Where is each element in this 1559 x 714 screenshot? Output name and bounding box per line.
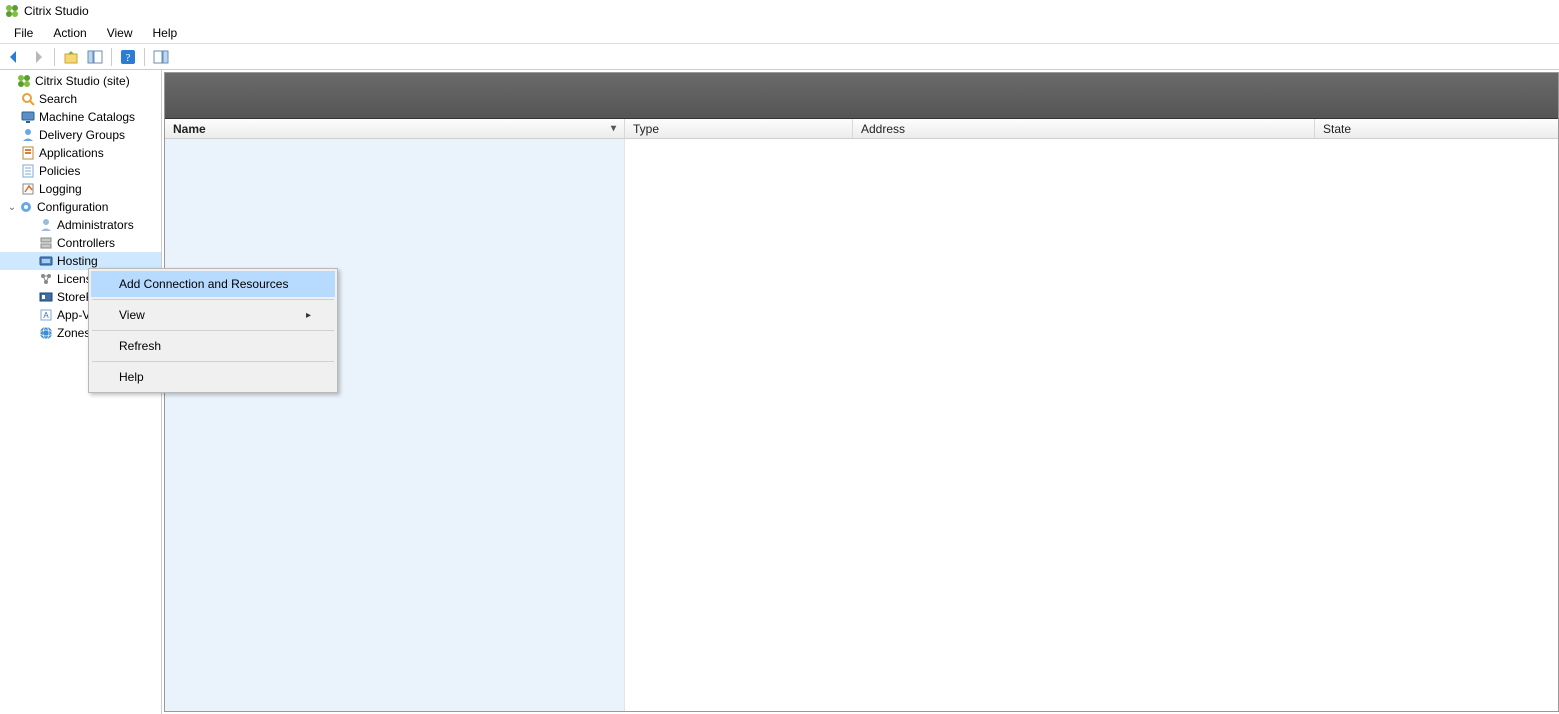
window-titlebar: Citrix Studio bbox=[0, 0, 1559, 22]
admin-icon bbox=[38, 217, 54, 233]
tree-item-applications[interactable]: Applications bbox=[0, 144, 161, 162]
up-button[interactable] bbox=[60, 46, 82, 68]
tree-item-policies[interactable]: Policies bbox=[0, 162, 161, 180]
column-label: Type bbox=[633, 122, 659, 136]
monitor-icon bbox=[20, 109, 36, 125]
menu-file[interactable]: File bbox=[4, 24, 43, 42]
column-label: State bbox=[1323, 122, 1351, 136]
tree-item-delivery-groups[interactable]: Delivery Groups bbox=[0, 126, 161, 144]
ctx-label: Help bbox=[119, 370, 144, 384]
ctx-add-connection[interactable]: Add Connection and Resources bbox=[91, 271, 335, 297]
forward-button[interactable] bbox=[27, 46, 49, 68]
hosting-icon bbox=[38, 253, 54, 269]
tree-item-configuration[interactable]: ⌄ Configuration bbox=[0, 198, 161, 216]
storefront-icon bbox=[38, 289, 54, 305]
toolbar-separator bbox=[144, 48, 145, 66]
search-icon bbox=[20, 91, 36, 107]
menu-view[interactable]: View bbox=[97, 24, 143, 42]
ctx-view[interactable]: View bbox=[91, 302, 335, 328]
column-header-state[interactable]: State bbox=[1315, 119, 1558, 138]
tree-label: Logging bbox=[39, 182, 82, 196]
sort-arrow-down-icon: ▾ bbox=[611, 123, 616, 134]
ctx-help[interactable]: Help bbox=[91, 364, 335, 390]
column-headers: Name ▾ Type Address State bbox=[165, 119, 1558, 139]
policy-icon bbox=[20, 163, 36, 179]
tree-item-search[interactable]: Search bbox=[0, 90, 161, 108]
ctx-separator bbox=[92, 330, 334, 331]
window-title: Citrix Studio bbox=[24, 4, 89, 18]
app-icon bbox=[20, 145, 36, 161]
ctx-separator bbox=[92, 299, 334, 300]
tree-label: Zones bbox=[57, 326, 90, 340]
tree-label: Applications bbox=[39, 146, 104, 160]
gear-icon bbox=[18, 199, 34, 215]
grid-body[interactable] bbox=[165, 139, 1558, 711]
column-header-address[interactable]: Address bbox=[853, 119, 1315, 138]
ctx-separator bbox=[92, 361, 334, 362]
ctx-label: Refresh bbox=[119, 339, 161, 353]
tree-label: Hosting bbox=[57, 254, 98, 268]
ctx-refresh[interactable]: Refresh bbox=[91, 333, 335, 359]
collapse-toggle-icon[interactable]: ⌄ bbox=[6, 202, 18, 213]
content-pane: Name ▾ Type Address State bbox=[164, 72, 1559, 712]
back-button[interactable] bbox=[3, 46, 25, 68]
context-menu: Add Connection and Resources View Refres… bbox=[88, 268, 338, 393]
show-hide-action-pane-button[interactable] bbox=[150, 46, 172, 68]
column-label: Name bbox=[173, 122, 206, 136]
column-label: Address bbox=[861, 122, 905, 136]
tree-item-logging[interactable]: Logging bbox=[0, 180, 161, 198]
tree-label: Configuration bbox=[37, 200, 108, 214]
tree-item-administrators[interactable]: Administrators bbox=[0, 216, 161, 234]
tree-item-machine-catalogs[interactable]: Machine Catalogs bbox=[0, 108, 161, 126]
grid-rest-area bbox=[625, 139, 1558, 711]
tree-label: Delivery Groups bbox=[39, 128, 125, 142]
tree-label: Controllers bbox=[57, 236, 115, 250]
help-button[interactable]: ? bbox=[117, 46, 139, 68]
tree-root[interactable]: Citrix Studio (site) bbox=[0, 72, 161, 90]
user-icon bbox=[20, 127, 36, 143]
menu-help[interactable]: Help bbox=[143, 24, 188, 42]
citrix-logo-icon bbox=[16, 73, 32, 89]
column-header-name[interactable]: Name ▾ bbox=[165, 119, 625, 138]
appv-icon: A bbox=[38, 307, 54, 323]
tree-label: Citrix Studio (site) bbox=[35, 74, 130, 88]
globe-icon bbox=[38, 325, 54, 341]
toolbar-separator bbox=[54, 48, 55, 66]
toolbar: ? bbox=[0, 44, 1559, 70]
server-icon bbox=[38, 235, 54, 251]
tree-item-controllers[interactable]: Controllers bbox=[0, 234, 161, 252]
tree-label: Administrators bbox=[57, 218, 134, 232]
show-hide-tree-button[interactable] bbox=[84, 46, 106, 68]
grid-name-column-area bbox=[165, 139, 625, 711]
citrix-logo-icon bbox=[4, 3, 20, 19]
svg-text:A: A bbox=[43, 311, 49, 320]
content-header-band bbox=[165, 73, 1558, 119]
tree-label: Policies bbox=[39, 164, 80, 178]
column-header-type[interactable]: Type bbox=[625, 119, 853, 138]
ctx-label: Add Connection and Resources bbox=[119, 277, 288, 291]
tree-label: Machine Catalogs bbox=[39, 110, 135, 124]
ctx-label: View bbox=[119, 308, 145, 322]
tree-label: Search bbox=[39, 92, 77, 106]
toolbar-separator bbox=[111, 48, 112, 66]
logging-icon bbox=[20, 181, 36, 197]
svg-text:?: ? bbox=[126, 52, 131, 64]
license-icon bbox=[38, 271, 54, 287]
menu-action[interactable]: Action bbox=[43, 24, 96, 42]
menubar: File Action View Help bbox=[0, 22, 1559, 44]
